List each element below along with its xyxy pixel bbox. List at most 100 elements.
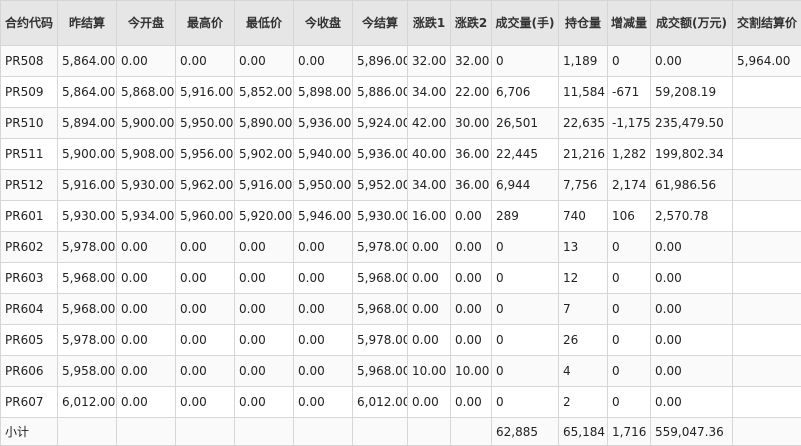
table-row: PR509 5,864.00 5,868.00 5,916.00 5,852.00 5,8… — [0, 76, 801, 108]
table-cell: 6,012.00 — [57, 386, 117, 418]
total-cell: 65,184 — [558, 417, 608, 446]
table-cell: 0.00 — [175, 355, 235, 387]
table-cell: 36.00 — [450, 169, 492, 201]
contract-code-cell: PR607 — [0, 386, 58, 418]
header-cell: 今开盘 — [116, 0, 176, 46]
table-cell: 5,898.00 — [293, 76, 353, 108]
header-cell: 最高价 — [175, 0, 235, 46]
table-cell: 0.00 — [175, 324, 235, 356]
contract-code-cell: PR509 — [0, 76, 58, 108]
table-cell: 5,930.00 — [352, 200, 408, 232]
table-cell — [732, 293, 801, 325]
contract-code-cell: PR511 — [0, 138, 58, 170]
table-cell — [732, 107, 801, 139]
table-cell — [732, 169, 801, 201]
table-cell: 0.00 — [450, 231, 492, 263]
header-cell: 成交量(手) — [491, 0, 559, 46]
total-cell — [352, 417, 408, 446]
table-cell: 5,930.00 — [116, 169, 176, 201]
total-cell — [234, 417, 294, 446]
table-cell: 59,208.19 — [650, 76, 733, 108]
table-cell: 0 — [607, 355, 651, 387]
table-cell: 0.00 — [293, 45, 353, 77]
total-cell: 559,047.36 — [650, 417, 733, 446]
table-cell: 0.00 — [407, 386, 451, 418]
table-cell: -1,175 — [607, 107, 651, 139]
table-cell: 5,920.00 — [234, 200, 294, 232]
table-cell: 235,479.50 — [650, 107, 733, 139]
table-cell: 26,501 — [491, 107, 559, 139]
total-row: 小计 62,885 65,184 1,716 559,047.36 — [0, 417, 801, 446]
total-cell — [57, 417, 117, 446]
contract-code-cell: PR510 — [0, 107, 58, 139]
header-cell: 今收盘 — [293, 0, 353, 46]
table-cell: 0 — [607, 324, 651, 356]
table-cell: 0 — [491, 386, 559, 418]
table-cell: 0.00 — [293, 386, 353, 418]
table-row: PR606 5,958.00 0.00 0.00 0.00 0.00 5,968.00 10.… — [0, 355, 801, 387]
table-cell: 5,886.00 — [352, 76, 408, 108]
table-cell: 0.00 — [175, 262, 235, 294]
table-cell — [732, 324, 801, 356]
table-row: PR512 5,916.00 5,930.00 5,962.00 5,916.00 5,9… — [0, 169, 801, 201]
table-cell: 40.00 — [407, 138, 451, 170]
total-cell: 62,885 — [491, 417, 559, 446]
table-cell: 12 — [558, 262, 608, 294]
table-cell: 0.00 — [450, 262, 492, 294]
table-cell: 34.00 — [407, 76, 451, 108]
table-cell: 0.00 — [116, 262, 176, 294]
table-cell: 2,174 — [607, 169, 651, 201]
table-cell — [732, 262, 801, 294]
table-cell: 5,890.00 — [234, 107, 294, 139]
table-cell: 5,968.00 — [352, 262, 408, 294]
table-cell: 7 — [558, 293, 608, 325]
table-cell: 0.00 — [650, 231, 733, 263]
table-cell: 5,952.00 — [352, 169, 408, 201]
total-cell — [407, 417, 451, 446]
table-cell: 0.00 — [175, 45, 235, 77]
table-cell: 5,930.00 — [57, 200, 117, 232]
header-cell: 持仓量 — [558, 0, 608, 46]
table-cell: 0 — [491, 262, 559, 294]
table-cell: 6,944 — [491, 169, 559, 201]
table-cell: 5,964.00 — [732, 45, 801, 77]
table-cell: 2 — [558, 386, 608, 418]
table-cell: 0.00 — [234, 386, 294, 418]
table-cell: 5,916.00 — [175, 76, 235, 108]
table-cell: 0.00 — [116, 45, 176, 77]
table-cell: 0 — [491, 231, 559, 263]
table-cell: 0 — [491, 293, 559, 325]
table-body: PR508 5,864.00 0.00 0.00 0.00 0.00 5,896.00 32.… — [0, 45, 801, 446]
table-cell: 0.00 — [293, 324, 353, 356]
contract-code-cell: PR605 — [0, 324, 58, 356]
table-cell: 0.00 — [650, 324, 733, 356]
table-cell: 2,570.78 — [650, 200, 733, 232]
table-cell: 7,756 — [558, 169, 608, 201]
table-cell: 13 — [558, 231, 608, 263]
table-cell: 5,978.00 — [57, 231, 117, 263]
table-cell: 0.00 — [234, 262, 294, 294]
table-cell: 740 — [558, 200, 608, 232]
table-cell: 0.00 — [175, 386, 235, 418]
table-cell: 0 — [607, 262, 651, 294]
table-cell: 0 — [607, 45, 651, 77]
table-cell: 0.00 — [650, 293, 733, 325]
table-cell: 0.00 — [175, 231, 235, 263]
table-cell: 0.00 — [234, 355, 294, 387]
table-cell: 5,968.00 — [352, 355, 408, 387]
header-row: 合约代码 昨结算 今开盘 最高价 最低价 今收盘 今结算 涨跌1 涨跌2 成交量… — [0, 0, 801, 46]
table-cell: 0.00 — [293, 231, 353, 263]
header-cell: 成交额(万元) — [650, 0, 733, 46]
table-cell: 5,896.00 — [352, 45, 408, 77]
table-cell: 0.00 — [650, 45, 733, 77]
table-cell: 0 — [607, 231, 651, 263]
table-cell: 0.00 — [407, 262, 451, 294]
table-cell: 0.00 — [116, 386, 176, 418]
table-cell — [732, 200, 801, 232]
table-cell: 0 — [607, 293, 651, 325]
table-cell: 0.00 — [234, 231, 294, 263]
table-row: PR602 5,978.00 0.00 0.00 0.00 0.00 5,978.00 0.0… — [0, 231, 801, 263]
table-cell: 0.00 — [175, 293, 235, 325]
table-cell: 10.00 — [450, 355, 492, 387]
table-cell: 5,868.00 — [116, 76, 176, 108]
